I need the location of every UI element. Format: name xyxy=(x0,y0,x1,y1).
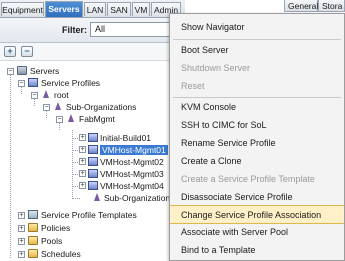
expand-policies-toggle[interactable]: + xyxy=(18,225,25,232)
menu-boot-server[interactable]: Boot Server xyxy=(170,41,344,60)
filter-bar: Filter: All xyxy=(0,18,185,43)
schedules-icon xyxy=(28,249,38,258)
tree-sub-organizations[interactable]: Sub-Organizations xyxy=(53,101,136,113)
tab-lan[interactable]: LAN xyxy=(84,2,106,16)
expand-vmhost-mgmt04-toggle[interactable]: + xyxy=(79,182,86,189)
expand-vmhost-mgmt03-toggle[interactable]: + xyxy=(79,170,86,177)
menu-create-service-profile-template[interactable]: Create a Service Profile Template xyxy=(170,170,344,189)
menu-bind-to-template[interactable]: Bind to a Template xyxy=(170,241,344,260)
tree-vmhost-mgmt03[interactable]: VMHost-Mgmt03 xyxy=(88,168,164,180)
tree-pools[interactable]: Pools xyxy=(28,235,62,247)
tree-toolbar: + − xyxy=(0,43,185,61)
menu-shutdown-server[interactable]: Shutdown Server xyxy=(170,59,344,78)
organization-icon xyxy=(92,193,102,202)
organization-icon xyxy=(66,114,76,123)
tree-initial-build01[interactable]: Initial-Build01 xyxy=(88,132,151,144)
tab-storage[interactable]: Stora xyxy=(318,0,345,12)
policies-icon xyxy=(28,223,38,232)
expand-pools-toggle[interactable]: + xyxy=(18,238,25,245)
expand-schedules-toggle[interactable]: + xyxy=(18,251,25,258)
menu-ssh-to-cimc[interactable]: SSH to CIMC for SoL xyxy=(170,116,344,135)
menu-rename-service-profile[interactable]: Rename Service Profile xyxy=(170,134,344,153)
tree-service-profiles[interactable]: Service Profiles xyxy=(28,77,100,89)
pools-icon xyxy=(28,236,38,245)
server-icon xyxy=(17,66,27,75)
filter-label: Filter: xyxy=(62,25,88,35)
collapse-sub-organizations-toggle[interactable]: − xyxy=(43,104,50,111)
navigation-pane: Equipment Servers LAN SAN VM Admin Filte… xyxy=(0,0,185,261)
context-menu: Show Navigator Boot Server Shutdown Serv… xyxy=(169,13,345,261)
tab-vm[interactable]: VM xyxy=(132,2,150,16)
tab-equipment[interactable]: Equipment xyxy=(1,2,44,16)
expand-vmhost-mgmt02-toggle[interactable]: + xyxy=(79,158,86,165)
selected-tree-label: VMHost-Mgmt01 xyxy=(100,145,168,155)
service-profile-icon xyxy=(88,133,98,142)
tree-policies[interactable]: Policies xyxy=(28,222,70,234)
menu-separator xyxy=(173,39,341,40)
tree-sub-organization[interactable]: Sub-Organization xyxy=(92,192,170,204)
nav-tab-bar: Equipment Servers LAN SAN VM Admin xyxy=(0,0,185,18)
tab-san[interactable]: SAN xyxy=(107,2,131,16)
expand-initial-build01-toggle[interactable]: + xyxy=(79,134,86,141)
collapse-service-profiles-toggle[interactable]: − xyxy=(18,80,25,87)
tree-service-profile-templates[interactable]: Service Profile Templates xyxy=(28,209,137,221)
template-icon xyxy=(28,210,38,219)
menu-reset[interactable]: Reset xyxy=(170,77,344,96)
expand-all-button[interactable]: + xyxy=(4,46,16,57)
collapse-all-button[interactable]: − xyxy=(21,46,33,57)
tree-vmhost-mgmt01[interactable]: VMHost-Mgmt01 xyxy=(88,144,168,156)
server-tree: − Servers − Service Profiles − root − Su… xyxy=(0,61,185,261)
collapse-servers-toggle[interactable]: − xyxy=(7,68,14,75)
expand-vmhost-mgmt01-toggle[interactable]: + xyxy=(79,146,86,153)
tree-vmhost-mgmt02[interactable]: VMHost-Mgmt02 xyxy=(88,156,164,168)
menu-change-service-profile-association[interactable]: Change Service Profile Association xyxy=(170,205,344,224)
menu-show-navigator[interactable]: Show Navigator xyxy=(170,18,344,37)
tab-servers[interactable]: Servers xyxy=(45,1,83,17)
organization-icon xyxy=(41,90,51,99)
organization-icon xyxy=(53,102,63,111)
tree-schedules[interactable]: Schedules xyxy=(28,248,81,260)
menu-kvm-console[interactable]: KVM Console xyxy=(170,98,344,117)
tree-vmhost-mgmt04[interactable]: VMHost-Mgmt04 xyxy=(88,180,164,192)
tab-general[interactable]: General xyxy=(284,0,318,12)
tree-root-org[interactable]: root xyxy=(41,89,69,101)
collapse-root-toggle[interactable]: − xyxy=(31,92,38,99)
tree-servers[interactable]: Servers xyxy=(17,65,59,77)
tree-fabmgmt[interactable]: FabMgmt xyxy=(66,113,115,125)
collapse-fabmgmt-toggle[interactable]: − xyxy=(56,116,63,123)
menu-create-clone[interactable]: Create a Clone xyxy=(170,152,344,171)
service-profile-icon xyxy=(88,157,98,166)
service-profile-icon xyxy=(88,169,98,178)
menu-associate-with-server-pool[interactable]: Associate with Server Pool xyxy=(170,223,344,242)
service-profile-icon xyxy=(88,181,98,190)
expand-service-profile-templates-toggle[interactable]: + xyxy=(18,212,25,219)
service-profile-icon xyxy=(28,78,38,87)
service-profile-icon xyxy=(88,145,98,154)
